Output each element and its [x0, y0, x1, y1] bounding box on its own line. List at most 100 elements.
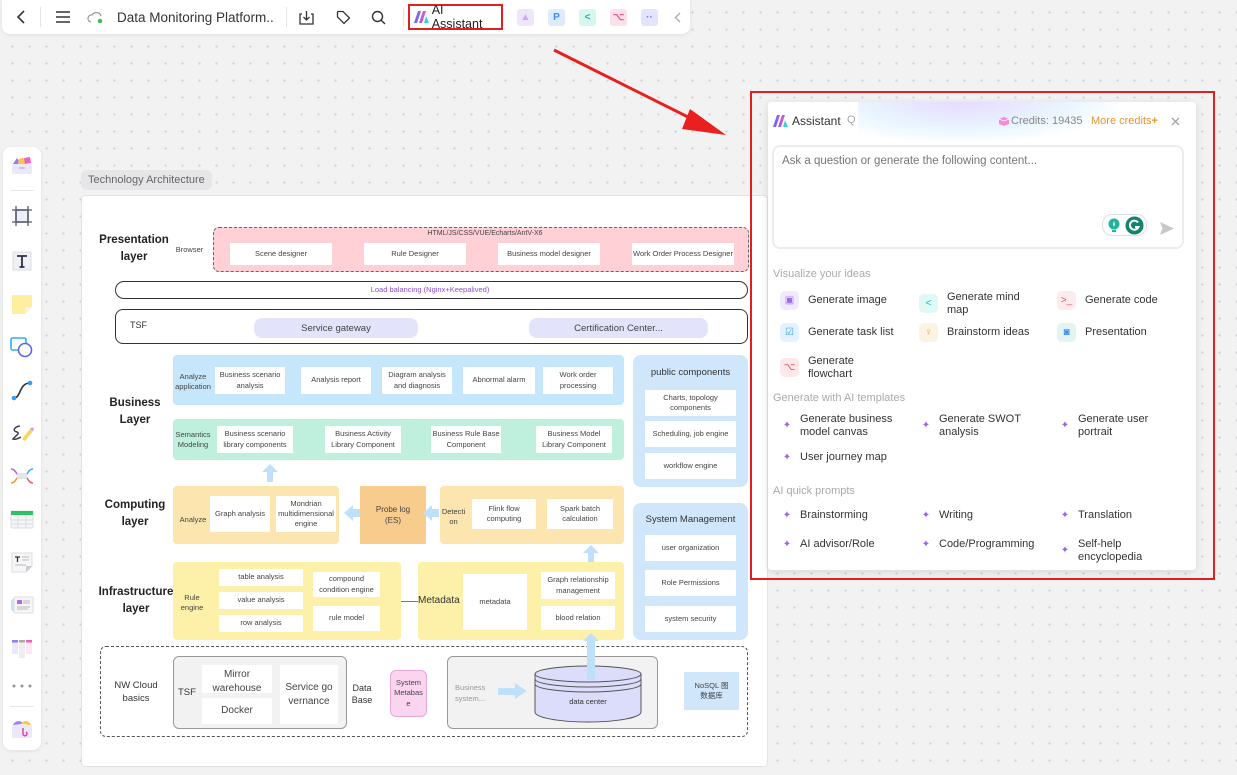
system-security[interactable]: system security	[645, 606, 736, 632]
rule-model[interactable]: rule model	[313, 606, 380, 631]
work-order-process-designer[interactable]: Work Order Process Designer	[632, 243, 734, 265]
sparkle-icon: ✦	[1060, 544, 1070, 556]
template-option[interactable]: ✦ Generate user portrait	[1060, 413, 1183, 438]
business-model-library[interactable]: Business Model Library Component	[536, 426, 612, 453]
table-analysis[interactable]: table analysis	[219, 569, 303, 586]
flink-flow-computing[interactable]: Flink flow computing	[472, 499, 536, 529]
more-credits-link[interactable]: More credits+	[1091, 115, 1158, 127]
card-tool[interactable]	[10, 593, 34, 617]
mirror-warehouse[interactable]: Mirror warehouse	[202, 665, 272, 693]
kanban-tool[interactable]	[10, 636, 34, 660]
visualize-option[interactable]: >_ Generate code	[1057, 291, 1187, 310]
quick-prompt-option[interactable]: ✦ Writing	[921, 509, 1044, 522]
compound-condition-engine[interactable]: compound condition engine	[313, 572, 380, 597]
search-button[interactable]	[361, 0, 397, 34]
presentation-icon[interactable]: P	[548, 8, 565, 26]
sticky-note-tool[interactable]	[10, 292, 34, 316]
back-button[interactable]	[2, 0, 40, 34]
ai-assistant-button[interactable]: AI Assistant	[407, 3, 503, 31]
probe-log[interactable]: Probe log (ES)	[360, 486, 426, 544]
frame-tool[interactable]	[10, 204, 34, 228]
visualize-option[interactable]: ◙ Presentation	[1057, 323, 1187, 342]
frame-label[interactable]: Technology Architecture	[81, 170, 212, 190]
document-title[interactable]: Data Monitoring Platform..	[117, 10, 274, 25]
visualize-option[interactable]: ☑ Generate task list	[780, 323, 910, 342]
charts-topology-components[interactable]: Charts, topology components	[645, 390, 736, 416]
visualize-option[interactable]: < Generate mind map	[919, 291, 1049, 316]
system-management-title: System Management	[645, 514, 736, 525]
collapse-toolbar-button[interactable]	[666, 0, 690, 34]
text-block-tool[interactable]	[10, 550, 34, 574]
connector-tool[interactable]	[10, 378, 34, 402]
blood-relation[interactable]: blood relation	[541, 606, 615, 630]
service-gateway[interactable]: Service gateway	[254, 318, 418, 338]
template-option[interactable]: ✦ Generate SWOT analysis	[921, 413, 1044, 438]
workflow-engine[interactable]: workflow engine	[645, 453, 736, 479]
plugins-tool[interactable]	[10, 717, 34, 741]
template-option[interactable]: ✦ User journey map	[782, 451, 905, 464]
work-order-processing[interactable]: Work order processing	[543, 367, 613, 394]
quick-prompt-option[interactable]: ✦ Brainstorming	[782, 509, 905, 522]
service-governance[interactable]: Service governance	[280, 665, 338, 724]
sparkle-icon: ✦	[782, 451, 792, 463]
flowchart-icon[interactable]: ⌥	[610, 8, 627, 26]
public-components-title: public components	[650, 367, 731, 378]
graph-analysis[interactable]: Graph analysis	[210, 496, 270, 532]
template-option[interactable]: ✦ Generate business model canvas	[782, 413, 905, 438]
send-icon[interactable]	[1160, 222, 1174, 235]
visualize-option[interactable]: ♀ Brainstorm ideas	[919, 323, 1049, 342]
divider	[10, 706, 34, 707]
role-permissions[interactable]: Role Permissions	[645, 570, 736, 596]
lightbulb-extension-icon[interactable]	[1107, 218, 1121, 233]
system-metabase[interactable]: System Metabase	[390, 670, 427, 717]
user-organization[interactable]: user organization	[645, 535, 736, 561]
business-rule-base[interactable]: Business Rule Base Component	[431, 426, 501, 453]
detection-label: Detection	[441, 507, 466, 526]
quick-prompt-option[interactable]: ✦ Code/Programming	[921, 538, 1044, 551]
chat-icon[interactable]: ··	[641, 8, 658, 26]
rule-designer[interactable]: Rule Designer	[364, 243, 466, 265]
quick-prompt-option[interactable]: ✦ Self-help encyclopedia	[1060, 538, 1183, 563]
close-icon[interactable]	[1171, 117, 1180, 126]
value-analysis[interactable]: value analysis	[219, 592, 303, 609]
download-button[interactable]	[287, 0, 327, 34]
more-tools[interactable]	[10, 674, 34, 698]
analysis-report[interactable]: Analysis report	[301, 367, 371, 394]
business-model-designer[interactable]: Business model designer	[498, 243, 600, 265]
mindmap-icon[interactable]: <	[579, 8, 596, 26]
row-analysis[interactable]: row analysis	[219, 615, 303, 632]
templates-tool[interactable]	[10, 153, 34, 177]
business-scenario-library[interactable]: Business scenario library components	[217, 426, 293, 453]
scheduling-job-engine[interactable]: Scheduling, job engine	[645, 421, 736, 447]
shape-tool[interactable]	[10, 335, 34, 359]
nosql-database[interactable]: NoSQL 图数据库	[684, 672, 739, 710]
diagram-analysis-diagnosis[interactable]: Diagram analysis and diagnosis	[382, 367, 452, 394]
data-center-label: data center	[569, 697, 607, 706]
mondrian-engine[interactable]: Mondrian multidimensional engine	[276, 496, 336, 532]
menu-button[interactable]	[41, 0, 85, 34]
certification-center[interactable]: Certification Center...	[529, 318, 708, 338]
tag-button[interactable]	[327, 0, 361, 34]
graph-relationship-management[interactable]: Graph relationship management	[541, 572, 615, 599]
quick-prompt-option[interactable]: ✦ AI advisor/Role	[782, 538, 905, 551]
visualize-option[interactable]: ▣ Generate image	[780, 291, 910, 310]
visualize-option[interactable]: ⌥ Generate flowchart	[780, 355, 910, 380]
grammarly-icon[interactable]	[1125, 216, 1144, 235]
metadata-box[interactable]: metadata	[463, 574, 527, 630]
quick-prompt-option[interactable]: ✦ Translation	[1060, 509, 1183, 522]
business-scenario-analysis[interactable]: Business scenario analysis	[215, 367, 285, 394]
prompt-input-box[interactable]	[772, 145, 1184, 249]
arrow-stem	[588, 553, 594, 562]
pen-tool[interactable]	[10, 421, 34, 445]
table-tool[interactable]	[10, 507, 34, 531]
question-icon[interactable]: Q	[847, 114, 856, 126]
scene-designer[interactable]: Scene designer	[230, 243, 332, 265]
prompt-input[interactable]	[782, 155, 1172, 205]
mindmap-tool[interactable]	[10, 464, 34, 488]
abnormal-alarm[interactable]: Abnormal alarm	[463, 367, 535, 394]
image-generator-icon[interactable]: ▲	[517, 8, 534, 26]
business-activity-library[interactable]: Business Activity Library Component	[325, 426, 401, 453]
spark-batch-calculation[interactable]: Spark batch calculation	[547, 499, 613, 529]
docker[interactable]: Docker	[202, 698, 272, 724]
text-tool[interactable]	[10, 249, 34, 273]
